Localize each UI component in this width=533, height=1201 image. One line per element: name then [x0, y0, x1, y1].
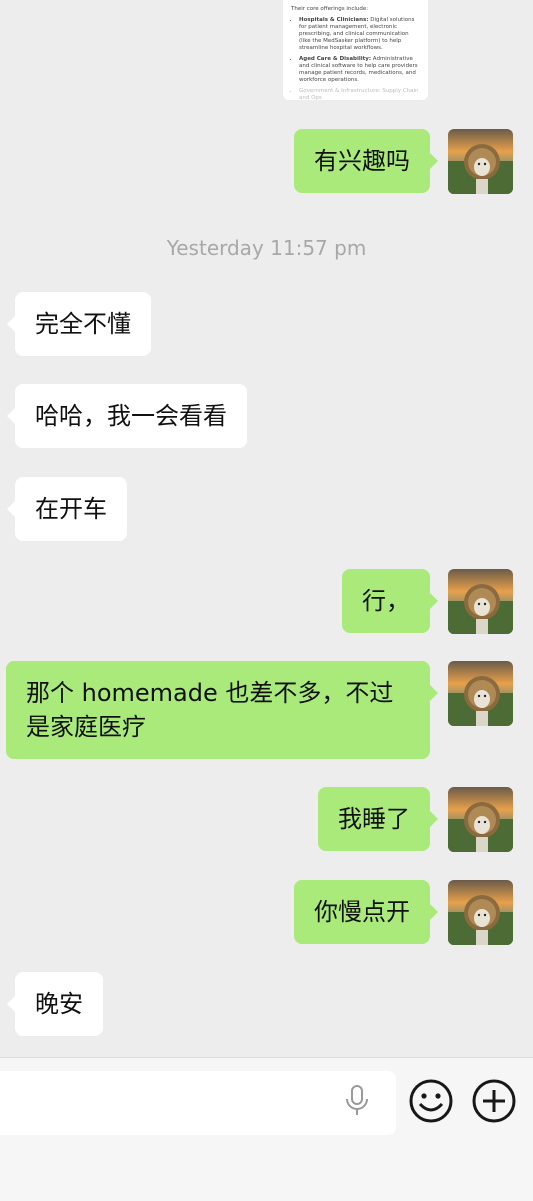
shared-article-card[interactable]: Their core offerings include: Hospitals …: [283, 0, 428, 100]
card-bullet: Hospitals & Clinicians: Digital solution…: [299, 17, 420, 52]
my-message-bubble[interactable]: 我睡了: [318, 787, 438, 851]
plus-icon[interactable]: [471, 1078, 517, 1128]
emoji-icon[interactable]: [408, 1078, 454, 1128]
my-message-bubble[interactable]: 你慢点开: [294, 880, 438, 944]
my-message-bubble[interactable]: 有兴趣吗: [294, 129, 438, 193]
message-timestamp: Yesterday 11:57 pm: [166, 236, 367, 260]
bubble-tail: [429, 684, 438, 702]
bubble-tail: [429, 152, 438, 170]
bubble-tail: [429, 592, 438, 610]
bubble-tail: [429, 903, 438, 921]
my-avatar[interactable]: [448, 661, 513, 726]
bubble-tail: [7, 500, 16, 518]
their-message-bubble[interactable]: 在开车: [7, 477, 127, 541]
message-text: 行，: [362, 587, 410, 615]
my-avatar[interactable]: [448, 880, 513, 945]
bubble-tail: [7, 995, 16, 1013]
message-input[interactable]: [0, 1071, 396, 1135]
card-bullet: Aged Care & Disability: Administrative a…: [299, 56, 420, 84]
card-bullet-heading: Hospitals & Clinicians:: [299, 17, 369, 23]
their-message-bubble[interactable]: 晚安: [7, 972, 103, 1036]
card-bullet-heading: Aged Care & Disability:: [299, 56, 372, 62]
my-message-bubble[interactable]: 行，: [342, 569, 438, 633]
their-message-bubble[interactable]: 完全不懂: [7, 292, 151, 356]
my-avatar[interactable]: [448, 129, 513, 194]
bubble-tail: [429, 810, 438, 828]
microphone-icon[interactable]: [344, 1084, 370, 1122]
card-intro: Their core offerings include:: [291, 6, 369, 12]
message-text: 我睡了: [338, 805, 410, 833]
my-avatar[interactable]: [448, 787, 513, 852]
card-faded-line: Government & Infrastructure: Supply Chai…: [299, 88, 420, 100]
message-text: 在开车: [35, 495, 107, 523]
message-text: 那个 homemade 也差不多，不过是家庭医疗: [26, 679, 394, 741]
bubble-tail: [7, 407, 16, 425]
my-avatar[interactable]: [448, 569, 513, 634]
chat-input-bar: [0, 1057, 533, 1201]
message-text: 哈哈，我一会看看: [35, 402, 227, 430]
my-message-bubble[interactable]: 那个 homemade 也差不多，不过是家庭医疗: [6, 661, 438, 759]
message-text: 你慢点开: [314, 898, 410, 926]
message-text: 有兴趣吗: [314, 147, 410, 175]
message-text: 晚安: [35, 990, 83, 1018]
their-message-bubble[interactable]: 哈哈，我一会看看: [7, 384, 247, 448]
message-text: 完全不懂: [35, 310, 131, 338]
bubble-tail: [7, 315, 16, 333]
